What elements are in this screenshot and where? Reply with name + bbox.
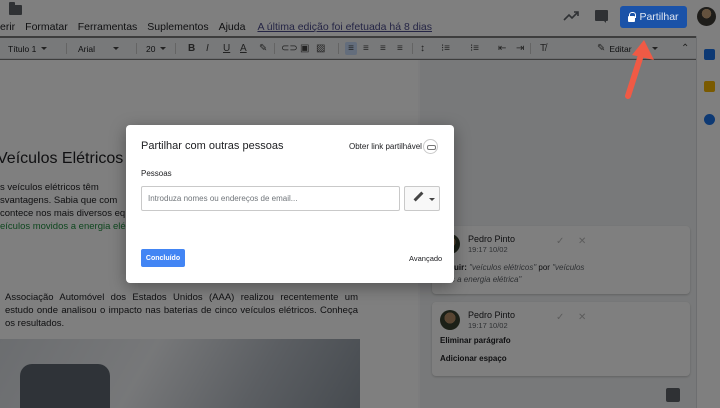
chevron-down-icon bbox=[429, 198, 435, 201]
get-shareable-link[interactable]: Obter link partilhável bbox=[349, 142, 422, 151]
share-button[interactable]: Partilhar bbox=[620, 6, 687, 28]
advanced-link[interactable]: Avançado bbox=[409, 254, 442, 263]
permission-dropdown[interactable] bbox=[404, 186, 440, 211]
dialog-title: Partilhar com outras pessoas bbox=[141, 140, 284, 152]
annotation-arrow bbox=[625, 40, 654, 99]
lock-icon bbox=[628, 11, 637, 22]
link-icon[interactable] bbox=[423, 139, 438, 154]
people-input[interactable] bbox=[141, 186, 400, 211]
done-button[interactable]: Concluído bbox=[141, 249, 185, 267]
pencil-icon bbox=[413, 191, 424, 202]
share-dialog: Partilhar com outras pessoas Obter link … bbox=[126, 125, 454, 283]
people-label: Pessoas bbox=[141, 169, 172, 178]
